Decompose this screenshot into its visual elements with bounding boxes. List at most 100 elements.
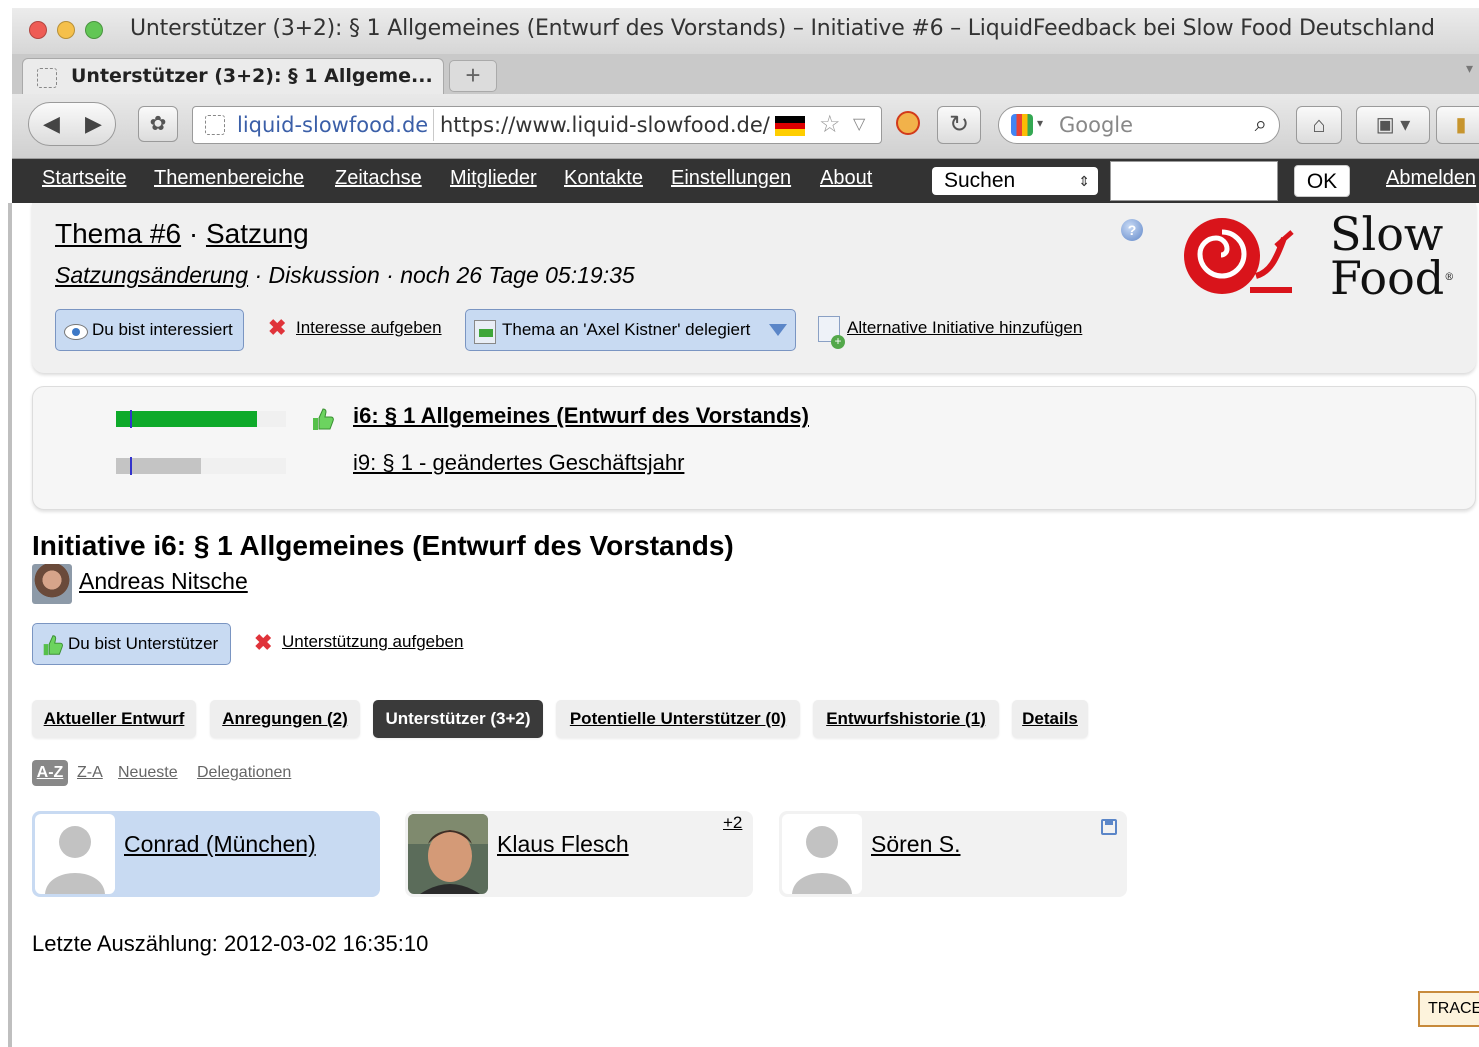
reload-icon[interactable]: ↻ <box>937 106 981 144</box>
member-name[interactable]: Klaus Flesch <box>497 831 629 858</box>
support-bar-fill <box>116 411 258 427</box>
google-logo-icon[interactable] <box>1011 114 1033 136</box>
eye-icon <box>64 324 88 340</box>
delegation-icon <box>474 320 496 344</box>
member-card[interactable]: Klaus Flesch +2 <box>405 811 753 897</box>
chevron-down-icon <box>769 324 787 336</box>
area-link[interactable]: Satzung <box>206 218 309 249</box>
bookmarks-icon[interactable]: ▣ ▾ <box>1356 106 1430 144</box>
sort-newest[interactable]: Neueste <box>118 764 178 782</box>
search-box[interactable]: ▾ Google ⌕ <box>998 106 1280 144</box>
nav-logout[interactable]: Abmelden <box>1386 167 1476 190</box>
noscript-icon[interactable] <box>896 111 920 135</box>
tab-details[interactable]: Details <box>1012 700 1088 738</box>
url-host: liquid-slowfood.de <box>237 113 429 137</box>
bookmark-sidebar-icon[interactable]: ▮ <box>1436 106 1479 144</box>
initiative-link-i9[interactable]: i9: § 1 - geändertes Geschäftsjahr <box>353 450 684 476</box>
initiative-heading: Initiative i6: § 1 Allgemeines (Entwurf … <box>32 530 734 561</box>
minimize-window-button[interactable] <box>57 21 75 39</box>
topic-state: Satzungsänderung · Diskussion · noch 26 … <box>55 262 635 289</box>
support-bar <box>116 410 286 428</box>
add-initiative-link[interactable]: Alternative Initiative hinzufügen <box>847 318 1082 338</box>
remove-icon: ✖ <box>254 630 273 655</box>
member-card[interactable]: Conrad (München) <box>32 811 380 897</box>
topic-title: Thema #6 · Satzung <box>55 218 309 249</box>
browser-tab-label: Unterstützer (3+2): § 1 Allgeme... <box>71 65 433 87</box>
german-flag-icon <box>775 116 805 136</box>
initiative-link-i6[interactable]: i6: § 1 Allgemeines (Entwurf des Vorstan… <box>353 403 809 429</box>
new-tab-button[interactable]: + <box>449 60 497 92</box>
nav-themenbereiche[interactable]: Themenbereiche <box>154 167 304 190</box>
nav-startseite[interactable]: Startseite <box>42 167 126 190</box>
url-bar[interactable]: liquid-slowfood.de https://www.liquid-sl… <box>192 106 882 144</box>
delegation-button[interactable]: Thema an 'Axel Kistner' delegiert <box>465 309 796 351</box>
tab-current-draft[interactable]: Aktueller Entwurf <box>32 700 196 738</box>
nav-mitglieder[interactable]: Mitglieder <box>450 167 537 190</box>
tab-suggestions[interactable]: Anregungen (2) <box>210 700 360 738</box>
tab-draft-history[interactable]: Entwurfshistorie (1) <box>813 700 999 738</box>
search-type-value: Suchen <box>944 169 1016 192</box>
search-engine-placeholder: Google <box>1059 113 1134 137</box>
forward-icon[interactable]: ▶ <box>85 111 102 137</box>
site-identity-icon[interactable] <box>205 115 225 135</box>
remove-interest-link[interactable]: Interesse aufgeben <box>296 318 442 338</box>
nav-kontakte[interactable]: Kontakte <box>564 167 643 190</box>
trace-button[interactable]: TRACE <box>1418 991 1479 1027</box>
tab-supporters[interactable]: Unterstützer (3+2) <box>373 700 543 738</box>
thumbs-up-icon <box>43 635 63 656</box>
sort-z-a[interactable]: Z-A <box>77 764 103 782</box>
home-icon[interactable]: ⌂ <box>1296 106 1342 144</box>
supporter-button[interactable]: Du bist Unterstützer <box>32 623 231 665</box>
topic-state-text: · Diskussion · noch 26 Tage 05:19:35 <box>254 262 635 288</box>
browser-toolbar: ◀ ▶ ✿ liquid-slowfood.de https://www.liq… <box>12 94 1479 159</box>
page-favicon-icon <box>37 68 57 88</box>
nav-einstellungen[interactable]: Einstellungen <box>671 167 791 190</box>
paw-icon[interactable]: ✿ <box>138 106 178 142</box>
interested-button[interactable]: Du bist interessiert <box>55 309 244 351</box>
avatar-placeholder-icon <box>782 814 862 894</box>
avatar <box>408 814 488 894</box>
tab-strip: Unterstützer (3+2): § 1 Allgeme... + ▾ <box>12 54 1479 95</box>
delegation-weight[interactable]: +2 <box>723 813 742 833</box>
sort-delegations[interactable]: Delegationen <box>197 764 291 782</box>
tab-potential-supporters[interactable]: Potentielle Unterstützer (0) <box>556 700 800 738</box>
tab-list-chevron-icon[interactable]: ▾ <box>1466 60 1473 77</box>
search-icon[interactable]: ⌕ <box>1255 111 1267 137</box>
author-link[interactable]: Andreas Nitsche <box>79 568 248 595</box>
slow-food-snail-logo <box>1184 218 1294 294</box>
support-bar <box>116 457 286 475</box>
url-dropdown-icon[interactable]: ▽ <box>853 114 865 134</box>
browser-tab[interactable]: Unterstützer (3+2): § 1 Allgeme... <box>22 58 444 95</box>
quorum-marker <box>130 410 132 428</box>
avatar-placeholder-icon <box>35 814 115 894</box>
member-name[interactable]: Sören S. <box>871 831 961 858</box>
site-search-input[interactable] <box>1110 161 1278 201</box>
zoom-window-button[interactable] <box>85 21 103 39</box>
chevron-down-icon[interactable]: ▾ <box>1037 116 1043 130</box>
nav-about[interactable]: About <box>820 167 872 190</box>
back-icon[interactable]: ◀ <box>43 111 60 137</box>
member-card[interactable]: Sören S. <box>779 811 1127 897</box>
remove-icon: ✖ <box>268 315 287 340</box>
window-titlebar: Unterstützer (3+2): § 1 Allgemeines (Ent… <box>12 8 1479 55</box>
help-icon[interactable]: ? <box>1121 219 1143 241</box>
thumbs-up-icon <box>313 408 334 430</box>
star-icon[interactable]: ☆ <box>819 110 841 139</box>
sort-a-z[interactable]: A-Z <box>32 760 68 786</box>
nav-zeitachse[interactable]: Zeitachse <box>335 167 422 190</box>
close-window-button[interactable] <box>29 21 47 39</box>
search-type-select[interactable]: Suchen ⇕ <box>932 167 1098 195</box>
back-forward-group: ◀ ▶ <box>28 102 116 146</box>
search-ok-button[interactable]: OK <box>1294 165 1350 197</box>
site-navigation: Startseite Themenbereiche Zeitachse Mitg… <box>12 159 1479 203</box>
remove-support-link[interactable]: Unterstützung aufgeben <box>282 632 463 652</box>
policy-link[interactable]: Satzungsänderung <box>55 262 248 288</box>
avatar[interactable] <box>32 564 72 604</box>
add-initiative-icon <box>818 316 845 349</box>
save-icon <box>1101 819 1117 835</box>
slow-food-wordmark: Slow Food® <box>1330 207 1455 305</box>
window-title: Unterstützer (3+2): § 1 Allgemeines (Ent… <box>130 16 1435 41</box>
member-name[interactable]: Conrad (München) <box>124 831 316 858</box>
url-text[interactable]: https://www.liquid-slowfood.de/ <box>440 113 770 137</box>
topic-link[interactable]: Thema #6 <box>55 218 181 249</box>
